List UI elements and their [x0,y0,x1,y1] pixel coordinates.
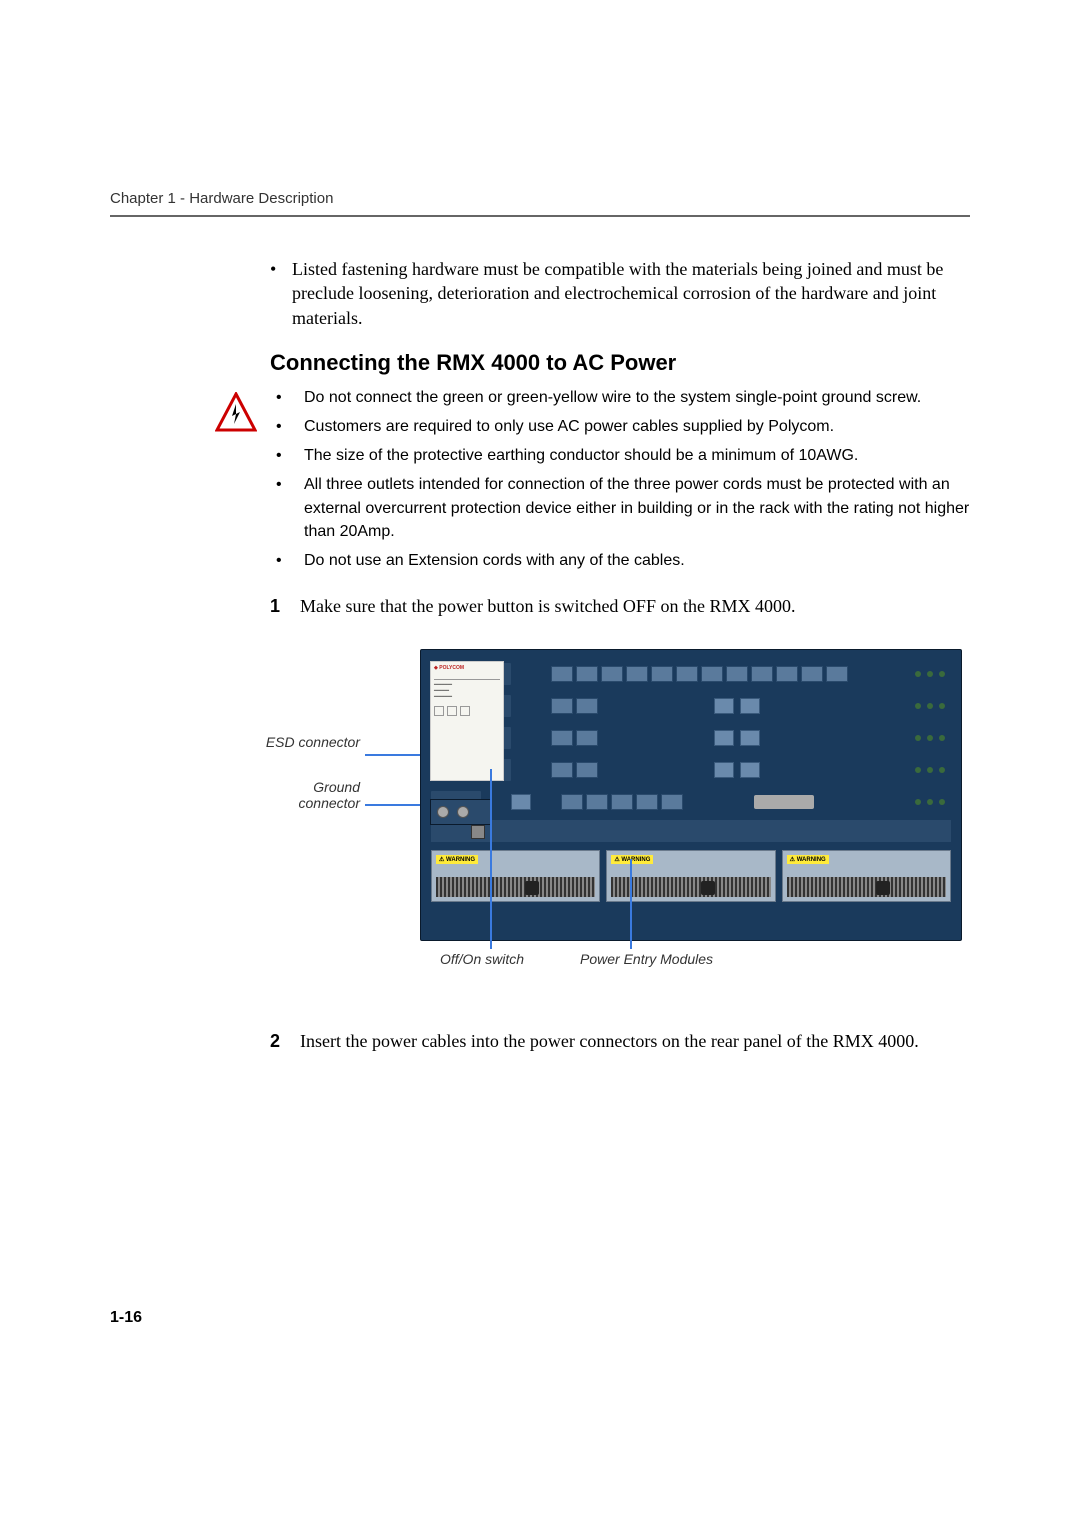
step-text: Insert the power cables into the power c… [300,1029,919,1053]
step-2: 2 Insert the power cables into the power… [270,1029,970,1053]
chapter-header: Chapter 1 - Hardware Description [110,190,970,207]
intro-text: Listed fastening hardware must be compat… [292,257,970,330]
intro-bullet: • Listed fastening hardware must be comp… [270,257,970,330]
warning-item: •Do not connect the green or green-yello… [270,386,970,409]
device-figure: ESD connector Ground connector [270,649,970,989]
callout-switch: Off/On switch [440,951,524,967]
ground-block [430,799,492,825]
step-number: 2 [270,1029,300,1053]
callout-ground: Ground connector [260,779,360,811]
warning-item: •All three outlets intended for connecti… [270,473,970,543]
info-card: ◆ POLYCOM ━━━━━━━━━━━━━━━━━ [430,661,504,781]
psu-module: ⚠ WARNING [782,850,951,902]
warning-item: •Do not use an Extension cords with any … [270,549,970,572]
page-number: 1-16 [110,1309,142,1327]
psu-module: ⚠ WARNING [431,850,600,902]
warning-item: •The size of the protective earthing con… [270,444,970,467]
header-rule [110,215,970,217]
callout-esd: ESD connector [260,734,360,750]
step-number: 1 [270,594,300,618]
warning-item: •Customers are required to only use AC p… [270,415,970,438]
step-1: 1 Make sure that the power button is swi… [270,594,970,618]
section-heading: Connecting the RMX 4000 to AC Power [270,350,970,376]
warning-triangle-icon [215,392,257,434]
step-text: Make sure that the power button is switc… [300,594,795,618]
callout-pem: Power Entry Modules [580,951,713,967]
